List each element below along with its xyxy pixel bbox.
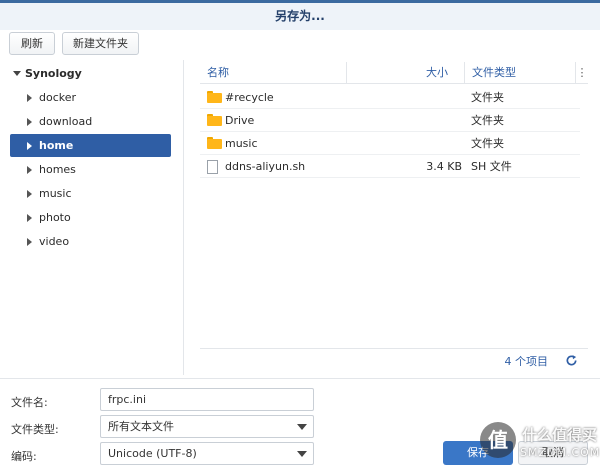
dialog-titlebar: 另存为... — [0, 0, 600, 30]
toolbar: 刷新 新建文件夹 — [0, 30, 600, 58]
column-header-name[interactable]: 名称 — [207, 62, 345, 84]
tree-root-label: Synology — [25, 67, 82, 80]
chevron-right-icon[interactable] — [27, 118, 32, 126]
chevron-right-icon[interactable] — [27, 166, 32, 174]
file-type: 文件夹 — [471, 91, 504, 104]
filetype-value: 所有文本文件 — [108, 420, 174, 433]
item-count: 4 个项目 — [504, 355, 549, 368]
filetype-select[interactable]: 所有文本文件 — [100, 415, 314, 438]
tree-item-video[interactable]: video — [10, 230, 171, 253]
tree-item-label: video — [39, 235, 70, 248]
tree-item-music[interactable]: music — [10, 182, 171, 205]
chevron-right-icon[interactable] — [27, 238, 32, 246]
chevron-right-icon[interactable] — [27, 190, 32, 198]
file-name: Drive — [225, 114, 255, 127]
folder-icon — [207, 137, 222, 149]
file-row-drive[interactable]: Drive 文件夹 — [200, 109, 580, 132]
tree-item-label: photo — [39, 211, 71, 224]
file-row-recycle[interactable]: #recycle 文件夹 — [200, 86, 580, 109]
chevron-right-icon[interactable] — [27, 214, 32, 222]
refresh-button[interactable]: 刷新 — [9, 32, 55, 55]
chevron-right-icon[interactable] — [27, 94, 32, 102]
dialog-title: 另存为... — [275, 9, 325, 23]
column-header-size[interactable]: 大小 — [346, 62, 450, 84]
file-list: 名称 大小 文件类型 ⋮ #recycle 文件夹 Drive 文件夹 musi… — [200, 62, 588, 376]
column-menu-icon[interactable]: ⋮ — [575, 62, 588, 84]
column-header-type[interactable]: 文件类型 — [464, 62, 574, 84]
file-type: 文件夹 — [471, 114, 504, 127]
folder-tree: Synology docker download home homes musi… — [0, 60, 184, 375]
filename-input[interactable]: frpc.ini — [100, 388, 314, 411]
file-size: 3.4 KB — [426, 160, 462, 173]
tree-item-label: download — [39, 115, 93, 128]
filename-label: 文件名: — [11, 396, 48, 409]
file-row-ddns-aliyun[interactable]: ddns-aliyun.sh 3.4 KB SH 文件 — [200, 155, 580, 178]
encoding-select[interactable]: Unicode (UTF-8) — [100, 442, 314, 465]
folder-icon — [207, 91, 222, 103]
tree-item-label: docker — [39, 91, 77, 104]
file-icon — [207, 160, 218, 174]
chevron-down-icon[interactable] — [297, 424, 307, 430]
file-name: #recycle — [225, 91, 274, 104]
chevron-down-icon[interactable] — [297, 451, 307, 457]
tree-item-photo[interactable]: photo — [10, 206, 171, 229]
tree-item-home[interactable]: home — [10, 134, 171, 157]
file-list-footer: 4 个项目 — [200, 348, 588, 372]
file-name: music — [225, 137, 258, 150]
encoding-label: 编码: — [11, 450, 37, 463]
file-name: ddns-aliyun.sh — [225, 160, 306, 173]
tree-item-label: home — [39, 139, 74, 152]
tree-root-synology[interactable]: Synology — [10, 63, 171, 85]
cancel-button[interactable]: 取消 — [518, 441, 588, 465]
tree-item-download[interactable]: download — [10, 110, 171, 133]
file-row-music[interactable]: music 文件夹 — [200, 132, 580, 155]
tree-item-docker[interactable]: docker — [10, 86, 171, 109]
chevron-down-icon[interactable] — [13, 71, 21, 76]
folder-icon — [207, 114, 222, 126]
refresh-icon[interactable] — [565, 354, 578, 367]
tree-item-homes[interactable]: homes — [10, 158, 171, 181]
encoding-value: Unicode (UTF-8) — [108, 447, 197, 460]
chevron-right-icon[interactable] — [27, 142, 32, 150]
tree-item-label: homes — [39, 163, 76, 176]
new-folder-button[interactable]: 新建文件夹 — [62, 32, 139, 55]
file-type: SH 文件 — [471, 160, 512, 173]
file-type: 文件夹 — [471, 137, 504, 150]
file-list-header: 名称 大小 文件类型 ⋮ — [200, 62, 588, 84]
tree-item-label: music — [39, 187, 72, 200]
filetype-label: 文件类型: — [11, 423, 59, 436]
save-button[interactable]: 保存 — [443, 441, 513, 465]
